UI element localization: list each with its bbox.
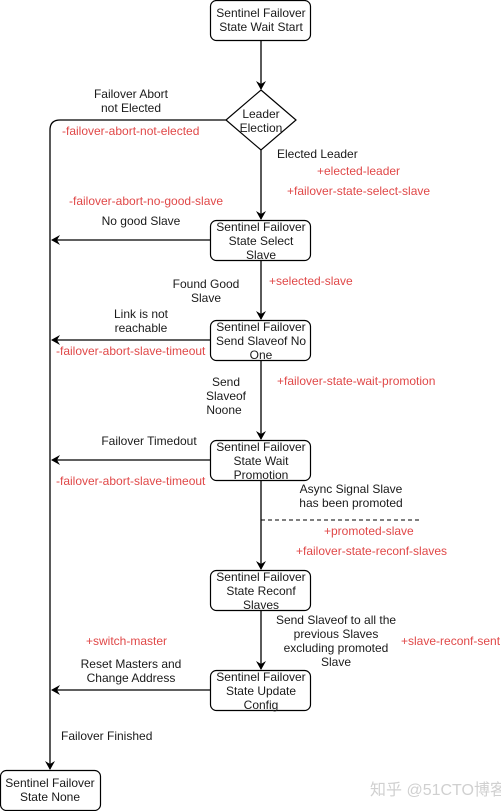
label-async-signal-2: has been promoted [299,496,402,510]
watermark: 知乎 @51CTO博客 [370,781,501,799]
svg-text:Promotion: Promotion [234,468,289,482]
label-send-slaveof-all: Send Slaveof to all the [276,613,396,627]
label-failover-timedout: Failover Timedout [101,434,197,448]
label-link-not-reachable: Link is not [114,307,169,321]
svg-text:Sentinel Failover: Sentinel Failover [216,440,305,454]
svg-text:State Wait: State Wait [234,454,290,468]
svg-text:State Update: State Update [226,684,296,698]
label-send-slaveof-all-2: previous Slaves [294,627,379,641]
label-send-slaveof-all-4: Slave [321,655,351,669]
svg-text:Election: Election [240,121,283,135]
svg-text:One: One [250,348,273,362]
svg-text:State None: State None [20,790,80,804]
event-abort-no-good-slave: -failover-abort-no-good-slave [69,194,223,208]
node-update-config: Sentinel Failover State Update Config [209,669,312,712]
node-leader-election: Leader Election [225,89,297,151]
svg-text:Sentinel Failover: Sentinel Failover [5,776,94,790]
node-reconf-slaves: Sentinel Failover State Reconf Slaves [209,569,312,612]
label-elected-leader: Elected Leader [277,147,358,161]
event-selected-slave: +selected-slave [269,274,353,288]
event-abort-not-elected: -failover-abort-not-elected [62,124,199,138]
svg-text:Sentinel Failover: Sentinel Failover [216,570,305,584]
label-send-slaveof-noone-3: Noone [206,403,242,417]
event-elected-leader: +elected-leader [317,164,400,178]
svg-text:State Select: State Select [229,234,294,248]
label-abort-not-elected-2: not Elected [101,101,161,115]
event-state-wait-promotion: +failover-state-wait-promotion [277,374,435,388]
label-send-slaveof-all-3: excluding promoted [284,641,389,655]
label-abort-not-elected: Failover Abort [94,87,169,101]
label-found-good-slave: Found Good [173,277,240,291]
svg-text:Sentinel Failover: Sentinel Failover [216,220,305,234]
node-wait-promotion: Sentinel Failover State Wait Promotion [209,439,312,482]
failover-state-diagram: Sentinel Failover State Wait Start Leade… [0,0,501,811]
svg-text:Sentinel Failover: Sentinel Failover [216,6,305,20]
event-promoted-slave: +promoted-slave [324,524,414,538]
svg-text:Send Slaveof No: Send Slaveof No [216,334,306,348]
svg-text:State Reconf: State Reconf [226,584,296,598]
svg-text:Sentinel Failover: Sentinel Failover [216,670,305,684]
node-send-slaveof-no-one: Sentinel Failover Send Slaveof No One [209,319,312,362]
svg-text:Leader: Leader [242,107,279,121]
event-abort-slave-timeout-1: -failover-abort-slave-timeout [56,344,206,358]
svg-text:Slaves: Slaves [243,598,279,612]
label-found-good-slave-2: Slave [191,291,221,305]
label-failover-finished: Failover Finished [61,729,152,743]
svg-text:Sentinel Failover: Sentinel Failover [216,320,305,334]
label-reset-masters-2: Change Address [87,671,176,685]
label-send-slaveof-noone: Send [212,375,240,389]
event-slave-reconf-sent: +slave-reconf-sent [401,634,501,648]
svg-text:State Wait Start: State Wait Start [219,20,303,34]
event-switch-master: +switch-master [86,634,167,648]
label-link-not-reachable-2: reachable [115,321,168,335]
label-no-good-slave: No good Slave [102,214,181,228]
event-state-reconf-slaves: +failover-state-reconf-slaves [296,544,447,558]
event-state-select-slave: +failover-state-select-slave [287,184,430,198]
node-wait-start: Sentinel Failover State Wait Start [209,0,312,42]
node-select-slave: Sentinel Failover State Select Slave [209,219,312,262]
svg-text:Slave: Slave [246,248,276,262]
label-async-signal: Async Signal Slave [300,482,403,496]
label-reset-masters: Reset Masters and [81,657,182,671]
event-abort-slave-timeout-2: -failover-abort-slave-timeout [56,474,206,488]
label-send-slaveof-noone-2: Slaveof [206,389,247,403]
node-state-none: Sentinel Failover State None [0,769,102,811]
svg-text:Config: Config [244,698,279,712]
